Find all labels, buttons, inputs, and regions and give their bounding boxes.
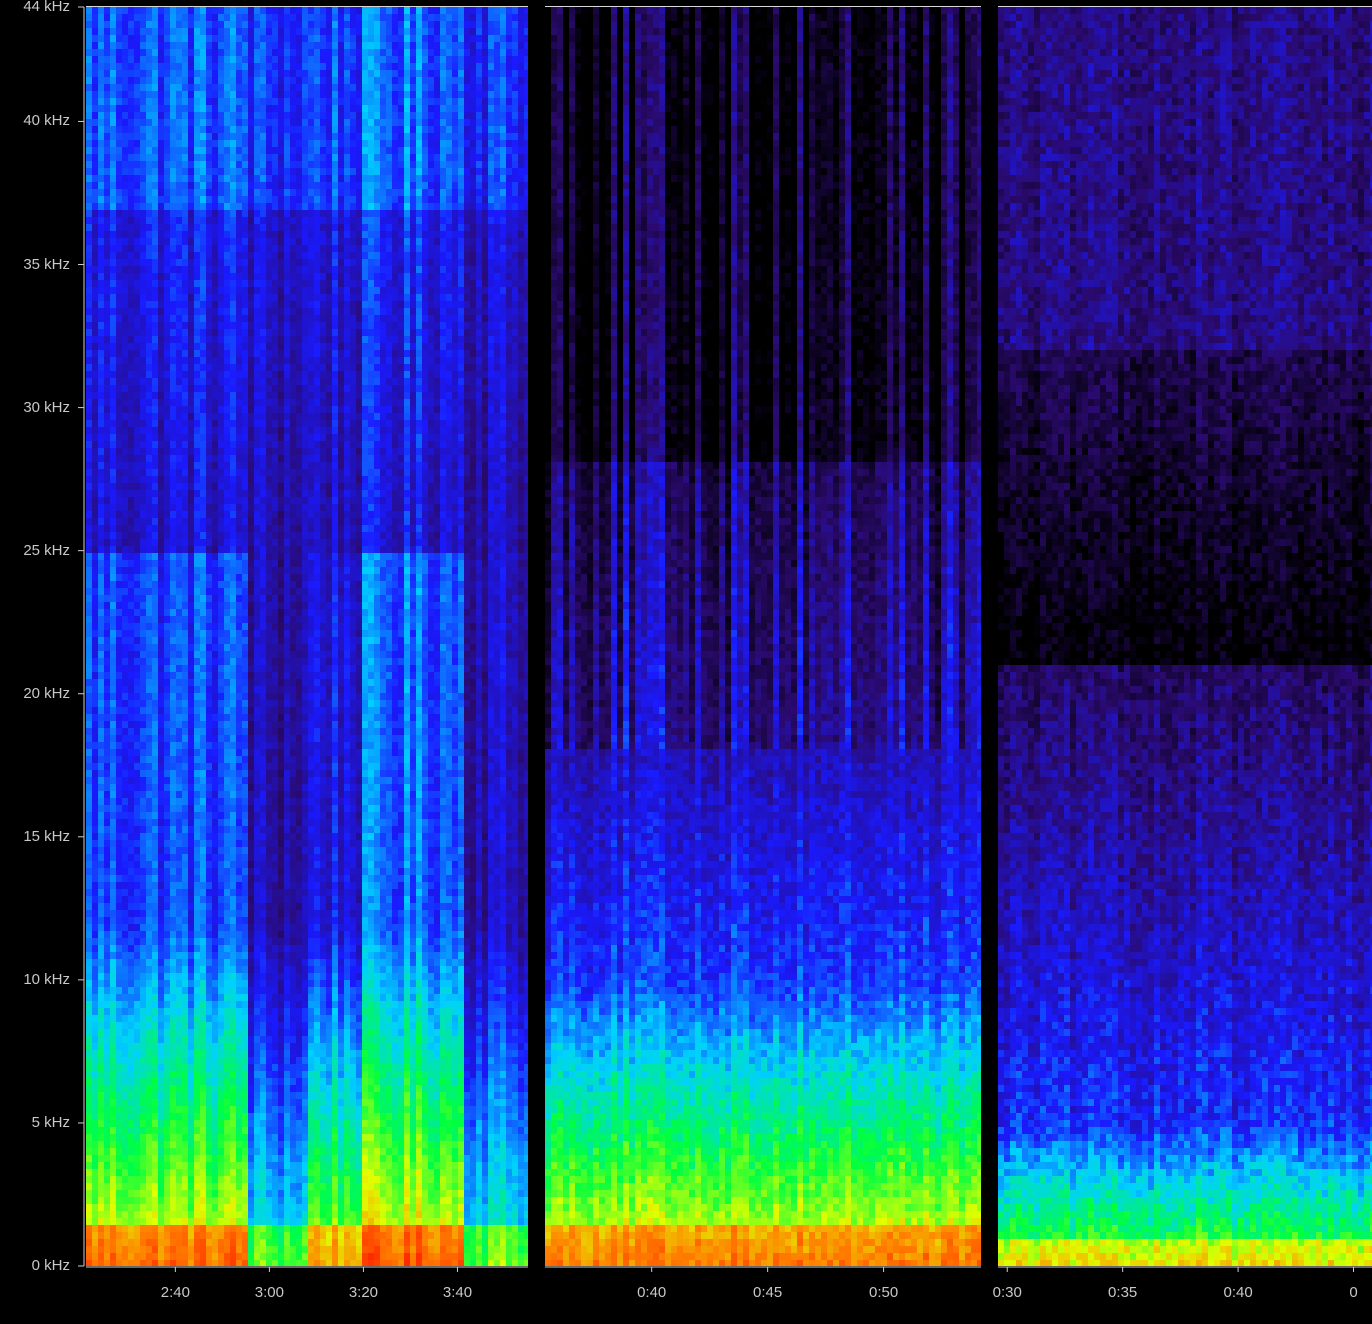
spectrogram-image xyxy=(545,7,981,1266)
spectrogram-panel-1 xyxy=(86,7,528,1266)
panel-top-border xyxy=(998,6,1372,7)
spectrogram-panel-2 xyxy=(545,7,981,1266)
panel-top-border xyxy=(545,6,981,7)
spectrogram-chart: 0 kHz 5 kHz 10 kHz 15 kHz 20 kHz 25 kHz 30 kHz… xyxy=(0,0,1372,1324)
x-tick-label: 3:00 xyxy=(255,1285,284,1301)
x-tick-label: 3:20 xyxy=(349,1285,378,1301)
spectrogram-image xyxy=(86,7,528,1266)
spectrogram-panel-3 xyxy=(998,7,1372,1266)
panel-top-border xyxy=(86,6,528,7)
x-tick-label: 0:40 xyxy=(637,1285,666,1301)
x-tick-label: 0:40 xyxy=(1223,1285,1252,1301)
spectrogram-image xyxy=(998,7,1372,1266)
x-tick-label: 3:40 xyxy=(443,1285,472,1301)
x-tick-label: 0:50 xyxy=(869,1285,898,1301)
x-tick-label: 0 xyxy=(1349,1285,1357,1301)
x-tick-label: 0:45 xyxy=(753,1285,782,1301)
x-tick-label: 0:35 xyxy=(1108,1285,1137,1301)
x-tick-label: 0:30 xyxy=(993,1285,1022,1301)
x-tick-label: 2:40 xyxy=(161,1285,190,1301)
